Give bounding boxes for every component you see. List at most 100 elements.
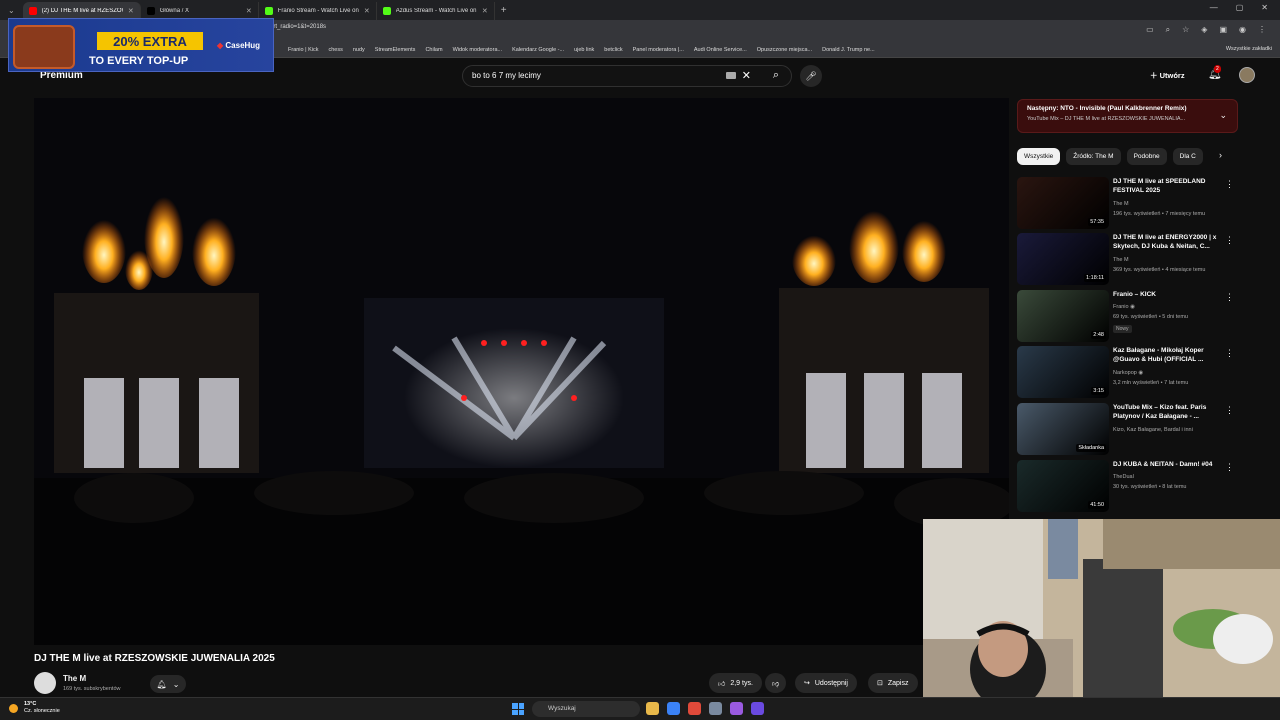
like-button[interactable]: 👍︎ 2,9 tys. <box>709 673 762 693</box>
video-thumbnail[interactable]: Składanka <box>1017 403 1109 455</box>
chrome-icon[interactable] <box>667 702 680 715</box>
channel-avatar[interactable] <box>34 672 56 694</box>
expand-chevron-icon[interactable]: ⌄ <box>1219 110 1227 121</box>
tab-search-icon[interactable]: ⌄ <box>0 6 23 15</box>
chevron-right-icon[interactable]: › <box>1219 150 1222 160</box>
bookmark-item[interactable]: StreamElements <box>375 47 416 53</box>
recommended-title[interactable]: Franio – KICK <box>1113 291 1228 300</box>
profile-icon[interactable]: ◉ <box>1239 25 1246 35</box>
bookmark-star-icon[interactable]: ☆ <box>1182 25 1189 35</box>
windows-start-icon[interactable] <box>512 703 524 715</box>
clear-search-icon[interactable]: ✕ <box>742 69 751 82</box>
recommended-channel[interactable]: The M <box>1113 201 1129 207</box>
bookmark-item[interactable]: nudy <box>353 47 365 53</box>
more-options-icon[interactable]: ⋮ <box>1225 405 1234 416</box>
user-avatar[interactable] <box>1239 67 1255 83</box>
more-options-icon[interactable]: ⋮ <box>1225 348 1234 359</box>
bookmark-item[interactable]: betclick <box>604 47 622 53</box>
bookmark-item[interactable]: Panel moderatora |... <box>633 47 684 53</box>
video-thumbnail[interactable]: 57:35 <box>1017 177 1109 229</box>
filter-chip[interactable]: Wszystkie <box>1017 148 1061 165</box>
subscriber-count: 169 tys. subskrybentów <box>63 686 121 692</box>
bookmark-item[interactable]: ujeb link <box>574 47 594 53</box>
bookmark-item[interactable]: chess <box>328 47 342 53</box>
bookmark-item[interactable]: Chilam <box>425 47 442 53</box>
dislike-button[interactable]: 👎︎ <box>765 673 787 693</box>
microphone-icon[interactable]: 🎤︎ <box>800 65 822 87</box>
menu-icon[interactable]: ⋮ <box>1258 25 1266 35</box>
search-icon[interactable]: ⌕ <box>773 69 779 82</box>
video-thumbnail[interactable]: 41:50 <box>1017 460 1109 512</box>
save-icon: ⊡ <box>877 680 883 687</box>
notifications-icon[interactable]: 🔔︎ 2 <box>1208 65 1222 80</box>
recommended-title[interactable]: DJ THE M live at SPEEDLAND FESTIVAL 2025 <box>1113 178 1228 196</box>
recommended-channel[interactable]: Narkopop ◉ <box>1113 370 1143 376</box>
keyboard-icon[interactable] <box>726 72 736 79</box>
ad-brand-text: CaseHug <box>225 41 261 50</box>
channel-name[interactable]: The M <box>63 674 86 683</box>
video-player[interactable] <box>34 98 1009 645</box>
next-up-panel[interactable]: Następny: NTO - Invisible (Paul Kalkbren… <box>1017 99 1238 133</box>
app-icon-2[interactable] <box>730 702 743 715</box>
extension-icon[interactable]: ◈ <box>1201 25 1207 35</box>
close-tab-icon[interactable]: ✕ <box>246 7 252 15</box>
video-thumbnail[interactable]: 1:18:11 <box>1017 233 1109 285</box>
bookmark-item[interactable]: Donald J. Trump ne... <box>822 47 875 53</box>
app-icon[interactable] <box>688 702 701 715</box>
browser-tab[interactable]: Azdus Stream - Watch Live on Kick ✕ <box>377 2 495 20</box>
bookmark-item[interactable]: Franio | Kick <box>288 47 318 53</box>
recommended-channel[interactable]: The M <box>1113 257 1129 263</box>
recommended-title[interactable]: YouTube Mix – Kizo feat. Paris Platynov … <box>1113 404 1228 422</box>
bookmark-item[interactable]: Widok moderatora... <box>453 47 503 53</box>
file-explorer-icon[interactable] <box>646 702 659 715</box>
recommended-video[interactable]: Składanka YouTube Mix – Kizo feat. Paris … <box>1017 403 1242 455</box>
taskbar-search[interactable]: Wyszukaj <box>532 701 640 717</box>
more-options-icon[interactable]: ⋮ <box>1225 179 1234 190</box>
bookmark-item[interactable]: Audi Online Service... <box>694 47 747 53</box>
close-window-icon[interactable]: ✕ <box>1261 3 1268 12</box>
bookmark-item[interactable]: Kalendarz Google -... <box>512 47 564 53</box>
close-tab-icon[interactable]: ✕ <box>128 7 134 15</box>
filter-chip[interactable]: Dla C <box>1172 148 1203 165</box>
recommended-channel[interactable]: TheDual <box>1113 474 1134 480</box>
bookmark-item[interactable]: Opuszczone miejsca... <box>757 47 812 53</box>
zoom-icon[interactable]: ⌕ <box>1166 25 1170 35</box>
recommended-video[interactable]: 2:48 Franio – KICK Franio ◉ 69 tys. wyświet… <box>1017 290 1242 342</box>
subscription-bell-button[interactable]: 🔔︎ ⌄ <box>150 675 186 693</box>
more-options-icon[interactable]: ⋮ <box>1225 292 1234 303</box>
recommended-channel[interactable]: Franio ◉ <box>1113 304 1135 310</box>
recommended-channel[interactable]: Kizo, Kaz Bałagane, Bardal i inni <box>1113 427 1193 433</box>
video-thumbnail[interactable]: 3:15 <box>1017 346 1109 398</box>
minimize-icon[interactable]: — <box>1210 3 1218 12</box>
url-field[interactable]: art_radio=1&t=2018s <box>270 24 326 30</box>
recommended-title[interactable]: DJ THE M live at ENERGY2000 | x Skytech,… <box>1113 234 1228 252</box>
weather-widget[interactable]: 13°C Cz. słonecznie <box>9 701 60 715</box>
recommended-video[interactable]: 1:18:11 DJ THE M live at ENERGY2000 | x S… <box>1017 233 1242 285</box>
recommended-title[interactable]: Kaz Bałagane - Mikołaj Koper @Guavo & Hu… <box>1113 347 1228 365</box>
all-bookmarks-link[interactable]: Wszystkie zakładki <box>1226 46 1272 52</box>
new-tab-button[interactable]: + <box>501 5 507 16</box>
create-button[interactable]: ＋ Utwórz <box>1150 70 1185 81</box>
save-button[interactable]: ⊡ Zapisz <box>868 673 918 693</box>
tab-favicon-icon <box>264 7 273 15</box>
recommended-video[interactable]: 41:50 DJ KUBA & NEITAN - Damn! #04 TheDual… <box>1017 460 1242 512</box>
filter-chip[interactable]: Źródło: The M <box>1066 148 1121 165</box>
settings-icon[interactable] <box>709 702 722 715</box>
share-button[interactable]: ↪ Udostępnij <box>795 673 857 693</box>
more-options-icon[interactable]: ⋮ <box>1225 235 1234 246</box>
ad-banner[interactable]: 20% EXTRA TO EVERY TOP-UP ◆ CaseHug <box>8 18 274 72</box>
extensions-puzzle-icon[interactable]: ▣ <box>1219 25 1227 35</box>
recommended-video[interactable]: 57:35 DJ THE M live at SPEEDLAND FESTIVAL… <box>1017 177 1242 229</box>
browser-tab[interactable]: Franio Stream - Watch Live on Kick ✕ <box>259 2 377 20</box>
maximize-icon[interactable]: ▢ <box>1236 3 1244 12</box>
close-tab-icon[interactable]: ✕ <box>482 7 488 15</box>
close-tab-icon[interactable]: ✕ <box>364 7 370 15</box>
recommended-video[interactable]: 3:15 Kaz Bałagane - Mikołaj Koper @Guavo … <box>1017 346 1242 398</box>
filter-chip[interactable]: Podobne <box>1126 148 1167 165</box>
recommended-title[interactable]: DJ KUBA & NEITAN - Damn! #04 <box>1113 461 1228 470</box>
more-options-icon[interactable]: ⋮ <box>1225 462 1234 473</box>
search-input[interactable]: bo to 6 7 my lecimy ✕ ⌕ <box>462 65 792 87</box>
discord-icon[interactable] <box>751 702 764 715</box>
cast-icon[interactable]: ▭ <box>1146 25 1154 35</box>
video-thumbnail[interactable]: 2:48 <box>1017 290 1109 342</box>
